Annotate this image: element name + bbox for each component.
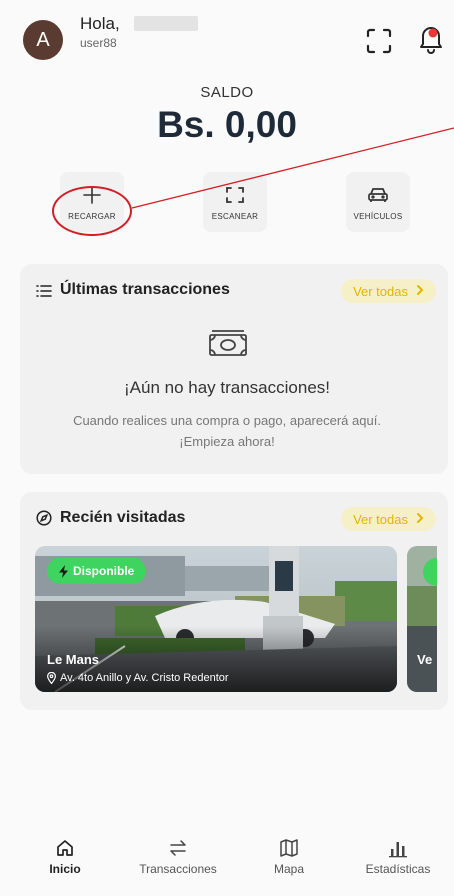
username: user88 <box>80 36 117 50</box>
scan-icon[interactable] <box>364 26 394 56</box>
money-icon <box>208 328 248 363</box>
stats-icon <box>388 838 408 860</box>
greeting: Hola, <box>80 14 120 33</box>
tab-label: Transacciones <box>139 862 217 876</box>
station-name: Ve <box>417 652 433 667</box>
location-pin-icon <box>47 672 56 684</box>
list-icon <box>36 285 52 297</box>
balance-label: SALDO <box>200 84 254 101</box>
status-badge: Disponible <box>47 558 147 584</box>
chevron-right-icon <box>416 512 424 527</box>
see-all-label: Ver todas <box>353 283 408 299</box>
tab-label: Inicio <box>49 862 81 876</box>
empty-transactions-title: ¡Aún no hay transacciones! <box>123 378 330 397</box>
avatar-initial: A <box>36 28 50 51</box>
chevron-right-icon <box>416 284 424 299</box>
avatar[interactable]: A <box>23 20 63 60</box>
redacted-name <box>134 16 198 31</box>
compass-icon <box>36 510 52 526</box>
see-all-label: Ver todas <box>353 511 408 527</box>
notification-bell-icon[interactable] <box>417 22 445 56</box>
empty-transactions-desc: Cuando realices una compra o pago, apare… <box>0 410 454 452</box>
balance-value: Bs. 0,00 <box>157 104 297 145</box>
station-card[interactable]: Disponible Le Mans Av. 4to Anillo y Av. … <box>35 546 397 692</box>
vehicles-button[interactable]: VEHÍCULOS <box>346 172 410 232</box>
car-icon <box>367 184 389 206</box>
map-icon <box>279 838 299 860</box>
tab-estadisticas[interactable]: Estadísticas <box>343 828 453 896</box>
bottom-tab-bar: Inicio Transacciones Mapa Estadísticas <box>0 828 454 896</box>
transactions-title: Últimas transacciones <box>60 281 230 298</box>
station-card[interactable]: Ve <box>407 546 437 692</box>
home-icon <box>55 838 75 860</box>
lightning-icon <box>59 564 68 578</box>
tab-inicio[interactable]: Inicio <box>10 828 120 896</box>
tab-label: Estadísticas <box>365 862 431 876</box>
recent-title: Recién visitadas <box>60 509 186 526</box>
recent-see-all-button[interactable]: Ver todas <box>341 507 436 531</box>
tab-mapa[interactable]: Mapa <box>234 828 344 896</box>
tab-label: Mapa <box>273 862 305 876</box>
scan-label: ESCANEAR <box>211 212 259 221</box>
tab-transacciones[interactable]: Transacciones <box>123 828 233 896</box>
station-address: Av. 4to Anillo y Av. Cristo Redentor <box>47 672 229 684</box>
transfer-icon <box>168 838 188 860</box>
transactions-see-all-button[interactable]: Ver todas <box>341 279 436 303</box>
station-address-text: Av. 4to Anillo y Av. Cristo Redentor <box>60 672 229 684</box>
scan-button[interactable]: ESCANEAR <box>203 172 267 232</box>
annotation-circle <box>52 186 132 236</box>
status-label: Disponible <box>73 564 135 578</box>
empty-desc-line2: ¡Empieza ahora! <box>179 434 275 449</box>
station-name: Le Mans <box>47 652 100 667</box>
empty-desc-line1: Cuando realices una compra o pago, apare… <box>73 413 381 428</box>
station-photo <box>407 546 437 692</box>
scan-icon <box>225 184 245 206</box>
vehicles-label: VEHÍCULOS <box>353 212 403 221</box>
header: A Hola, user88 <box>0 0 454 70</box>
